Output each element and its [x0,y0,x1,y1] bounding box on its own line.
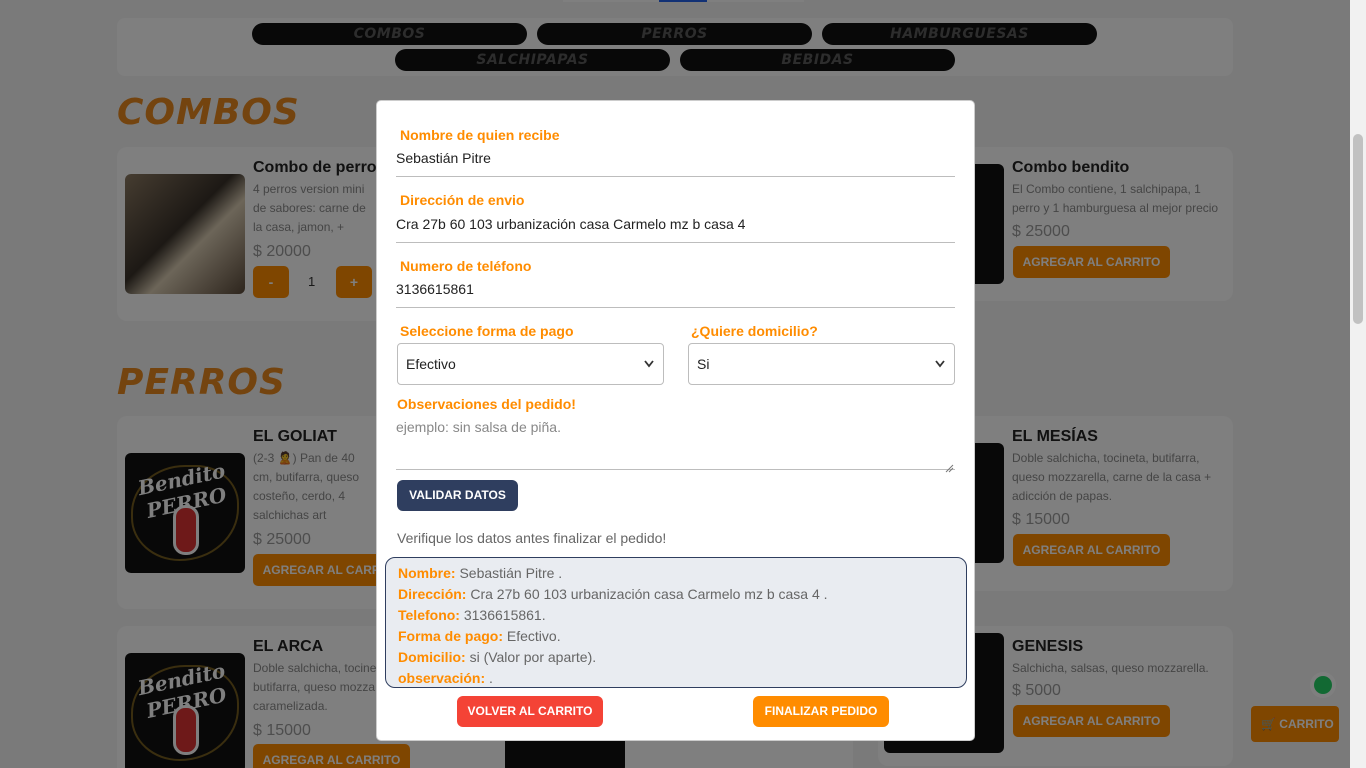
chevron-down-icon [934,344,946,400]
summary-row: Nombre: Sebastián Pitre . [398,565,563,581]
delivery-select-value: Si [697,356,710,372]
name-field[interactable]: Sebastián Pitre [396,150,491,166]
name-label: Nombre de quien recibe [400,127,560,143]
payment-select-value: Efectivo [406,356,456,372]
page-scrollbar[interactable] [1350,0,1366,768]
address-field-underline [396,242,955,243]
name-field-underline [396,176,955,177]
address-label: Dirección de envio [400,192,525,208]
back-to-cart-button[interactable]: VOLVER AL CARRITO [457,696,603,727]
chevron-down-icon [643,344,655,400]
scrollbar-thumb[interactable] [1353,134,1363,324]
notes-textarea-underline [396,469,955,470]
summary-row: Dirección: Cra 27b 60 103 urbanización c… [398,586,828,602]
phone-field-underline [396,307,955,308]
payment-label: Seleccione forma de pago [400,323,574,339]
order-summary: Nombre: Sebastián Pitre . Dirección: Cra… [385,557,967,688]
summary-row: Telefono: 3136615861. [398,607,546,623]
verify-message: Verifique los datos antes finalizar el p… [397,530,667,546]
notes-textarea[interactable]: ejemplo: sin salsa de piña. [396,419,561,435]
finish-order-button[interactable]: FINALIZAR PEDIDO [753,696,889,727]
summary-row: Forma de pago: Efectivo. [398,628,561,644]
checkout-modal: Nombre de quien recibe Sebastián Pitre D… [376,100,975,741]
address-field[interactable]: Cra 27b 60 103 urbanización casa Carmelo… [396,216,745,232]
delivery-select[interactable]: Si [688,343,955,385]
resize-handle-icon[interactable] [944,460,954,473]
notes-label: Observaciones del pedido! [397,396,576,412]
phone-field[interactable]: 3136615861 [396,281,474,297]
phone-label: Numero de teléfono [400,258,532,274]
summary-row: Domicilio: si (Valor por aparte). [398,649,597,665]
validate-data-button[interactable]: VALIDAR DATOS [397,480,518,511]
payment-select[interactable]: Efectivo [397,343,664,385]
delivery-label: ¿Quiere domicilio? [691,323,818,339]
summary-row: observación: . [398,670,493,686]
